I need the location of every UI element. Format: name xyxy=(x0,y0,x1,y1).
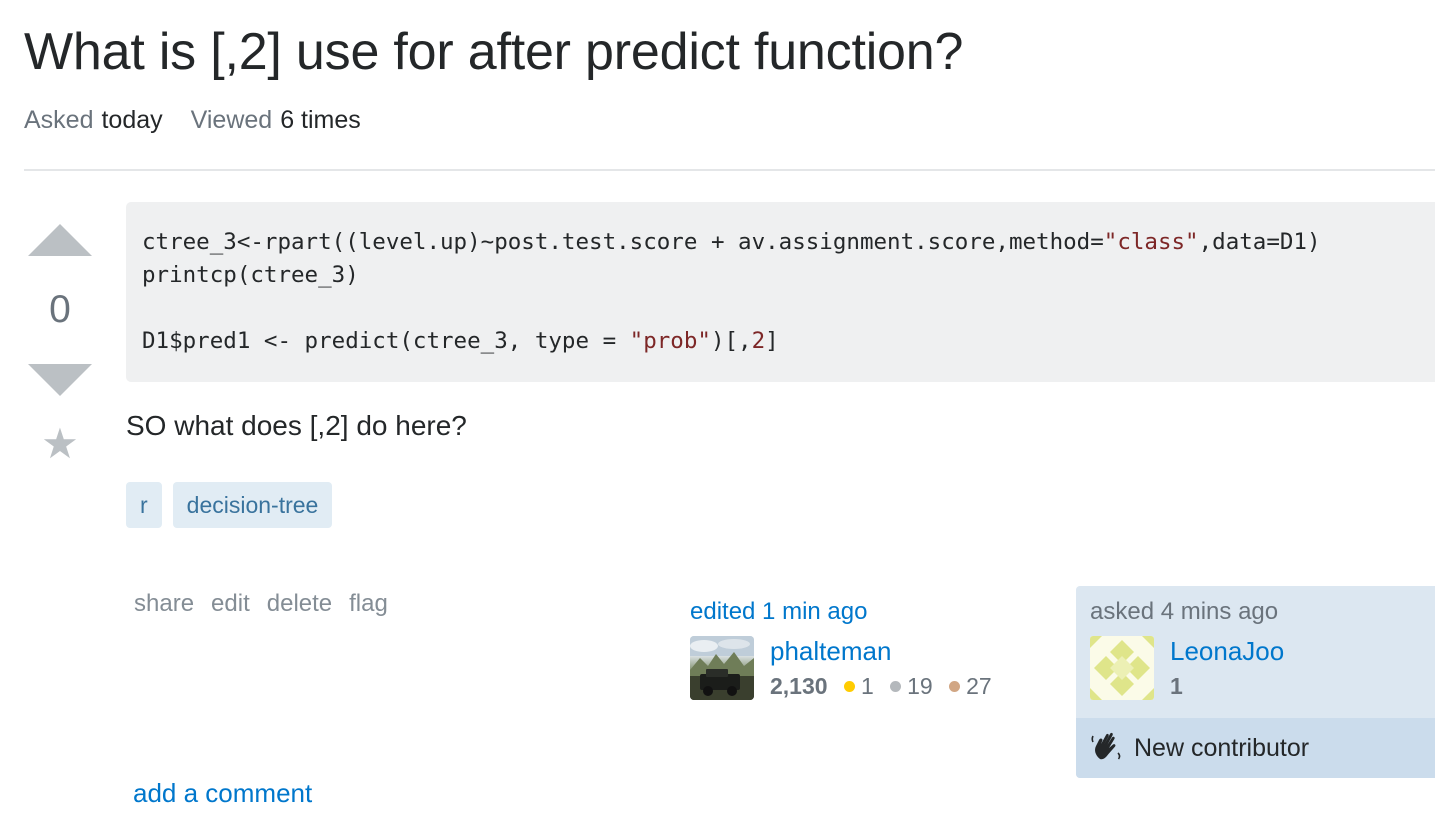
asker-avatar[interactable] xyxy=(1090,636,1154,700)
question-title[interactable]: What is [,2] use for after predict funct… xyxy=(24,22,963,82)
viewed-value: 6 times xyxy=(280,106,361,134)
tag-decision-tree[interactable]: decision-tree xyxy=(172,482,333,528)
question-meta: Asked today Viewed 6 times xyxy=(24,106,361,135)
silver-badge-count: 19 xyxy=(907,673,933,699)
code-token: printcp(ctree_3) xyxy=(142,262,359,288)
code-token-str: "class" xyxy=(1103,229,1199,255)
post-menu: share edit delete flag xyxy=(134,590,388,618)
editor-stats: 2,130 1 19 27 xyxy=(770,673,1002,700)
add-comment-link[interactable]: add a comment xyxy=(133,778,312,809)
editor-avatar[interactable] xyxy=(690,636,754,700)
gold-badge: 1 xyxy=(843,673,874,700)
code-token-str: "prob" xyxy=(629,328,711,354)
header-divider xyxy=(24,169,1435,171)
code-block: ctree_3<-rpart((level.up)~post.test.scor… xyxy=(126,202,1435,382)
new-contributor-label: New contributor xyxy=(1134,733,1310,762)
downvote-arrow-icon[interactable] xyxy=(28,364,92,396)
asked-label: Asked xyxy=(24,106,94,134)
asker-reputation: 1 xyxy=(1170,673,1183,699)
gold-badge-count: 1 xyxy=(860,673,874,699)
tag-r[interactable]: r xyxy=(126,482,162,528)
wave-hand-icon xyxy=(1090,729,1124,768)
upvote-arrow-icon[interactable] xyxy=(28,224,92,256)
gold-badge-icon xyxy=(843,681,855,692)
code-line: printcp(ctree_3) xyxy=(142,259,1419,292)
code-token: ] xyxy=(765,328,779,354)
delete-link[interactable]: delete xyxy=(267,590,332,618)
question-body-text: SO what does [,2] do here? xyxy=(126,410,467,441)
editor-signature: edited 1 min ago phalteman 2,130 1 19 27 xyxy=(690,598,1050,700)
silver-badge: 19 xyxy=(890,673,933,700)
code-token: )[, xyxy=(710,328,752,354)
favorite-star-icon[interactable]: ★ xyxy=(24,420,96,468)
edited-time-link[interactable]: edited 1 min ago xyxy=(690,598,1050,626)
asked-value: today xyxy=(101,106,163,134)
editor-reputation: 2,130 xyxy=(770,673,828,699)
code-token: ,data=D1) xyxy=(1198,229,1321,255)
code-token: D1$pred1 <- predict(ctree_3, type = xyxy=(142,328,630,354)
new-contributor-banner[interactable]: New contributor xyxy=(1076,718,1435,778)
flag-link[interactable]: flag xyxy=(349,590,388,618)
asked-time: asked 4 mins ago xyxy=(1090,598,1279,625)
code-line: D1$pred1 <- predict(ctree_3, type = "pro… xyxy=(142,325,1419,358)
share-link[interactable]: share xyxy=(134,590,194,618)
bronze-badge-icon xyxy=(949,681,961,692)
tag-list: r decision-tree xyxy=(126,482,333,528)
asker-name-link[interactable]: LeonaJoo xyxy=(1170,636,1284,667)
bronze-badge: 27 xyxy=(949,673,992,700)
edit-link[interactable]: edit xyxy=(211,590,250,618)
editor-name-link[interactable]: phalteman xyxy=(770,636,891,667)
silver-badge-icon xyxy=(890,681,902,692)
bronze-badge-count: 27 xyxy=(966,673,992,699)
vote-count: 0 xyxy=(49,288,71,331)
code-token: ctree_3<-rpart((level.up)~post.test.scor… xyxy=(142,229,1104,255)
code-token-num: 2 xyxy=(751,328,766,354)
asker-signature: asked 4 mins ago LeonaJoo 1 New contribu… xyxy=(1076,586,1435,778)
viewed-label: Viewed xyxy=(190,106,273,134)
code-line: ctree_3<-rpart((level.up)~post.test.scor… xyxy=(142,226,1419,259)
